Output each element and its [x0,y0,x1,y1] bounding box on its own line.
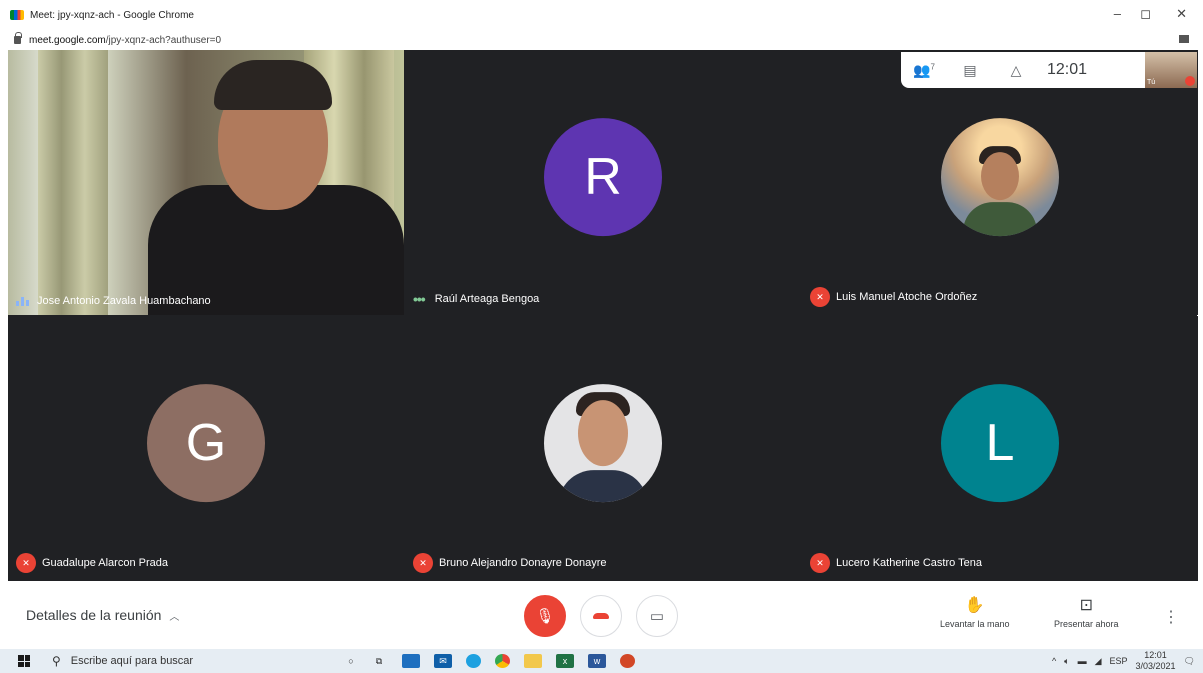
windows-taskbar: ⚲ Escribe aquí para buscar ○ ⧉ ✉ x w ^ 🔈… [0,649,1203,673]
lock-icon[interactable] [14,32,22,44]
person-hair [214,60,332,110]
more-options-icon[interactable]: ⋮ [1163,607,1179,627]
speaking-indicator-icon [16,296,29,306]
participant-name: Bruno Alejandro Donayre Donayre [439,557,607,569]
show-hidden-icons-icon[interactable]: ^ [1052,656,1056,666]
address-bar[interactable]: meet.google.com/jpy-xqnz-ach?authuser=0 [0,30,1203,50]
meeting-details-button[interactable]: Detalles de la reunión ︿ [26,607,179,623]
curtain-left [38,50,108,315]
raise-hand-label: Levantar la mano [940,619,1010,629]
participant-tile[interactable]: ✕ Bruno Alejandro Donayre Donayre [405,316,801,581]
mic-toggle-button[interactable]: 🎙︎ [524,595,566,637]
word-icon[interactable]: w [588,654,606,668]
volume-icon[interactable]: 🔈︎ [1064,656,1069,667]
url-text[interactable]: meet.google.com/jpy-xqnz-ach?authuser=0 [29,35,221,46]
hand-icon: ✋ [964,597,985,614]
taskbar-search[interactable]: ⚲ Escribe aquí para buscar [52,654,322,668]
avatar-initial: R [544,117,662,236]
meeting-clock: 12:01 [1047,61,1088,78]
self-view-thumbnail[interactable]: Tú [1145,52,1197,88]
cortana-icon[interactable]: ○ [346,654,356,668]
mail-icon[interactable]: ✉ [434,654,452,668]
participant-name: Raúl Arteaga Bengoa [434,293,540,305]
meet-favicon-icon [10,10,24,20]
raise-hand-button[interactable]: ✋ Levantar la mano [940,595,1010,629]
taskbar-apps: ○ ⧉ ✉ x w [346,654,635,668]
mic-off-icon: 🎙︎ [535,608,555,625]
meeting-details-label: Detalles de la reunión [26,607,162,623]
participant-name-tag: ✕ Luis Manuel Atoche Ordoñez [810,287,977,307]
camera-off-icon: ▭ [649,608,665,625]
system-tray: ^ 🔈︎ ▬ ◢ ESP 12:01 3/03/2021 🗨︎ [1052,649,1195,673]
taskbar-date: 3/03/2021 [1135,661,1176,671]
edge-icon[interactable] [466,654,481,668]
leave-call-button[interactable] [580,595,622,637]
mic-off-icon: ✕ [810,287,830,307]
cast-icon[interactable] [1179,35,1189,43]
windows-start-icon[interactable] [18,655,30,667]
browser-titlebar: Meet: jpy-xqnz-ach - Google Chrome – ◻ ✕ [0,0,1203,30]
chevron-up-icon: ︿ [169,611,180,623]
participant-tile[interactable]: ✕ Luis Manuel Atoche Ordoñez [802,50,1198,315]
explorer-icon[interactable] [524,654,542,668]
chrome-icon[interactable] [495,654,510,668]
hang-up-icon [593,613,609,619]
people-icon[interactable]: 👥7 [901,62,947,79]
avatar-photo [941,117,1059,236]
minimize-button[interactable]: – [1114,6,1121,21]
chat-icon[interactable]: ▤ [947,62,993,79]
participant-name-tag: Jose Antonio Zavala Huambachano [16,295,211,307]
self-mic-off-icon [1185,76,1195,86]
participant-name: Guadalupe Alarcon Prada [42,557,168,569]
camera-toggle-button[interactable]: ▭ [636,595,678,637]
present-now-button[interactable]: ⊡ Presentar ahora [1054,595,1119,629]
participant-name-tag: ✕ Bruno Alejandro Donayre Donayre [413,553,607,573]
dell-icon[interactable] [402,654,420,668]
meeting-controls: Detalles de la reunión ︿ 🎙︎ ▭ ✋ Levantar… [0,581,1203,649]
participant-name-tag: ✕ Guadalupe Alarcon Prada [16,553,168,573]
participant-name-tag: ✕ Lucero Katherine Castro Tena [810,553,982,573]
taskbar-time: 12:01 [1144,650,1167,660]
avatar-initial: G [147,383,265,502]
participant-tile[interactable]: G ✕ Guadalupe Alarcon Prada [8,316,404,581]
more-options-dots-icon[interactable]: ••• [413,291,426,307]
activities-icon[interactable]: △ [993,62,1039,79]
meeting-grid: Jose Antonio Zavala Huambachano R ••• Ra… [8,50,1198,581]
participant-tile[interactable]: L ✕ Lucero Katherine Castro Tena [802,316,1198,581]
mic-off-icon: ✕ [413,553,433,573]
powerpoint-icon[interactable] [620,654,635,668]
avatar-photo [544,383,662,502]
self-label: Tú [1147,79,1156,86]
restore-button[interactable]: ◻ [1140,6,1151,22]
search-placeholder: Escribe aquí para buscar [70,655,194,667]
participant-name: Luis Manuel Atoche Ordoñez [836,291,978,303]
participant-name: Lucero Katherine Castro Tena [836,557,982,569]
close-window-button[interactable]: ✕ [1176,6,1187,22]
mic-off-icon: ✕ [16,553,36,573]
participant-name-tag: ••• Raúl Arteaga Bengoa [413,291,539,307]
clock-date[interactable]: 12:01 3/03/2021 [1136,650,1176,672]
avatar-initial: L [941,383,1059,502]
mic-off-icon: ✕ [810,553,830,573]
window-title: Meet: jpy-xqnz-ach - Google Chrome [30,9,194,21]
search-icon: ⚲ [52,654,61,668]
battery-icon[interactable]: ▬ [1078,656,1087,666]
notifications-icon[interactable]: 🗨︎ [1184,656,1195,667]
excel-icon[interactable]: x [556,654,574,668]
present-label: Presentar ahora [1054,619,1119,629]
participant-name: Jose Antonio Zavala Huambachano [37,295,211,307]
present-icon: ⊡ [1079,597,1093,614]
wifi-icon[interactable]: ◢ [1095,656,1102,667]
participant-tile[interactable]: R ••• Raúl Arteaga Bengoa [405,50,801,315]
language-indicator[interactable]: ESP [1110,656,1128,666]
task-view-icon[interactable]: ⧉ [370,654,388,668]
participant-tile-video[interactable]: Jose Antonio Zavala Huambachano [8,50,404,315]
